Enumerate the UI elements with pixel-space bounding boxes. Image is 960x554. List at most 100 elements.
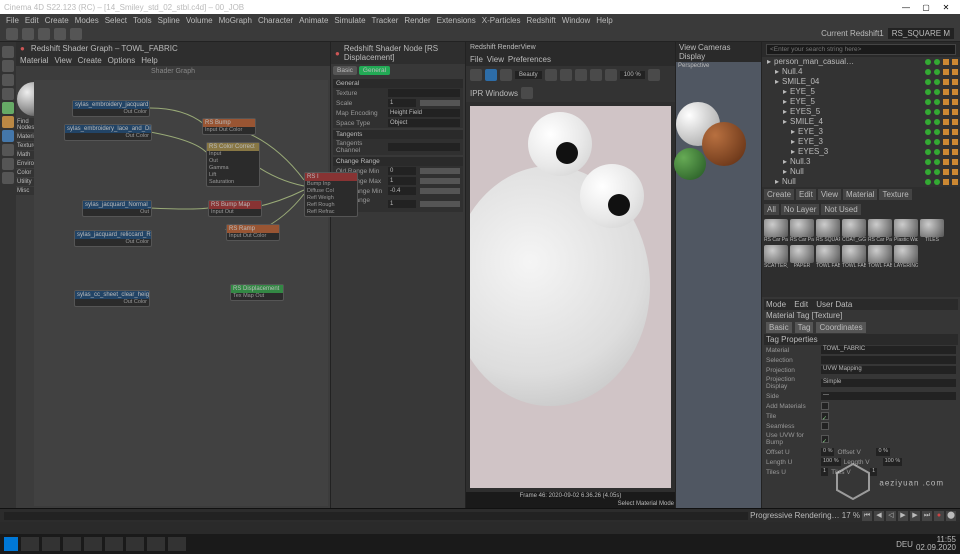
- slider[interactable]: [420, 188, 460, 194]
- pick-icon[interactable]: [605, 69, 617, 81]
- live-select-icon[interactable]: [2, 46, 14, 58]
- tool-icon[interactable]: [54, 28, 66, 40]
- ipr-icon[interactable]: [485, 69, 497, 81]
- uv-field[interactable]: 0 %: [821, 448, 834, 456]
- prop-field[interactable]: TOWL_FABRIC: [821, 346, 956, 354]
- render-icon[interactable]: [470, 69, 482, 81]
- vp-menu[interactable]: Cameras: [698, 43, 730, 52]
- object-tree-item[interactable]: ▸Null: [762, 167, 960, 177]
- filter-tab[interactable]: All: [764, 204, 779, 215]
- tray-clock[interactable]: 11:5502.09.2020: [916, 536, 956, 552]
- task-icon[interactable]: [42, 537, 60, 551]
- color-correct-node[interactable]: RS Color Correct Input Out Gamma Lift Sa…: [206, 142, 260, 187]
- material-swatch[interactable]: TOWL FABRIC: [868, 245, 892, 269]
- displacement-node[interactable]: RS Displacement Tex Map Out: [230, 284, 284, 301]
- next-frame-icon[interactable]: ▶: [910, 511, 920, 521]
- play-back-icon[interactable]: ◁: [886, 511, 896, 521]
- menu-item[interactable]: Volume: [186, 16, 213, 25]
- goto-end-icon[interactable]: ⏭: [922, 511, 932, 521]
- region-icon[interactable]: [575, 69, 587, 81]
- fit-icon[interactable]: [648, 69, 660, 81]
- perspective-viewport[interactable]: View Cameras Display Perspective: [676, 42, 762, 508]
- menu-item[interactable]: MoGraph: [219, 16, 252, 25]
- stop-icon[interactable]: [500, 69, 512, 81]
- menu-item[interactable]: File: [6, 16, 19, 25]
- texture-node[interactable]: sylas_jacquard_Normal_t Out: [82, 200, 152, 217]
- play-icon[interactable]: ▶: [898, 511, 908, 521]
- maximize-button[interactable]: ▢: [916, 3, 936, 12]
- menu-item[interactable]: Tracker: [372, 16, 399, 25]
- viewport-object[interactable]: [702, 122, 746, 166]
- bump-node[interactable]: RS Bump Input Out Color: [202, 118, 256, 135]
- submenu[interactable]: Material: [20, 56, 48, 65]
- object-tree-item[interactable]: ▸EYE_3: [762, 127, 960, 137]
- lock-icon[interactable]: [560, 69, 572, 81]
- object-tree-item[interactable]: ▸SMILE_04: [762, 77, 960, 87]
- scale-field[interactable]: 1: [388, 99, 416, 107]
- texture-node[interactable]: sylas_embroidery_jacquard_fabric_t Out C…: [72, 100, 150, 117]
- snapshot-icon[interactable]: [545, 69, 557, 81]
- task-icon[interactable]: [105, 537, 123, 551]
- goto-start-icon[interactable]: ⏮: [862, 511, 872, 521]
- tool-icon[interactable]: [70, 28, 82, 40]
- menu-item[interactable]: Character: [258, 16, 293, 25]
- menu-item[interactable]: Window: [562, 16, 590, 25]
- filter-tab[interactable]: No Layer: [781, 204, 819, 215]
- ap-menu[interactable]: Edit: [794, 300, 808, 309]
- task-icon[interactable]: [147, 537, 165, 551]
- ap-menu[interactable]: Mode: [766, 300, 786, 309]
- submenu[interactable]: Help: [141, 56, 157, 65]
- prop-field[interactable]: —: [821, 392, 956, 400]
- slider[interactable]: [420, 168, 460, 174]
- workplane-icon[interactable]: [2, 130, 14, 142]
- texture-field[interactable]: [388, 89, 460, 97]
- checkbox[interactable]: [821, 435, 829, 443]
- rv-menu[interactable]: View: [487, 55, 504, 64]
- layout-dropdown[interactable]: RS_SQUARE M: [888, 28, 954, 39]
- task-icon[interactable]: [126, 537, 144, 551]
- menu-item[interactable]: Simulate: [334, 16, 365, 25]
- mat-menu[interactable]: Material: [843, 189, 877, 200]
- material-swatch[interactable]: SCATTER_W: [764, 245, 788, 269]
- timeline-track[interactable]: [4, 512, 748, 520]
- space-dropdown[interactable]: Object: [388, 119, 460, 127]
- submenu[interactable]: Options: [108, 56, 136, 65]
- model-mode-icon[interactable]: [2, 102, 14, 114]
- material-swatch[interactable]: RS Car Pain: [764, 219, 788, 243]
- object-manager[interactable]: ▸person_man_casual…▸Null.4▸SMILE_04▸EYE_…: [762, 57, 960, 187]
- slider[interactable]: [420, 201, 460, 207]
- uv-field[interactable]: 100 %: [883, 458, 903, 466]
- menu-item[interactable]: Render: [404, 16, 430, 25]
- ap-menu[interactable]: User Data: [816, 300, 852, 309]
- object-tree-item[interactable]: ▸Null: [762, 177, 960, 187]
- checkbox[interactable]: [821, 402, 829, 410]
- tag-tab[interactable]: Basic: [766, 322, 792, 333]
- menu-item[interactable]: Redshift: [526, 16, 555, 25]
- prev-frame-icon[interactable]: ◀: [874, 511, 884, 521]
- range-field[interactable]: 1: [388, 177, 416, 185]
- task-icon[interactable]: [84, 537, 102, 551]
- menu-item[interactable]: Help: [596, 16, 612, 25]
- render-image[interactable]: [470, 106, 671, 488]
- uv-field[interactable]: 100 %: [821, 458, 841, 466]
- material-swatch[interactable]: RS SQUARE: [816, 219, 840, 243]
- autokey-icon[interactable]: ⬤: [946, 511, 956, 521]
- menu-item[interactable]: X-Particles: [482, 16, 521, 25]
- bumpmap-node[interactable]: RS Bump Map Input Out: [208, 200, 262, 217]
- tangents-field[interactable]: [388, 143, 460, 151]
- poly-mode-icon[interactable]: [2, 172, 14, 184]
- submenu[interactable]: View: [54, 56, 71, 65]
- tool-icon[interactable]: [6, 28, 18, 40]
- edge-mode-icon[interactable]: [2, 158, 14, 170]
- start-button[interactable]: [4, 537, 18, 551]
- material-swatch[interactable]: PAPER: [790, 245, 814, 269]
- range-field[interactable]: 0: [388, 167, 416, 175]
- material-swatch[interactable]: TILES: [920, 219, 944, 243]
- object-tree-item[interactable]: ▸SMILE_4: [762, 117, 960, 127]
- panel-tab[interactable]: ●Redshift Shader Graph – TOWL_FABRIC: [16, 42, 330, 54]
- object-search-input[interactable]: [766, 44, 956, 55]
- material-swatch[interactable]: RS Car Pain: [790, 219, 814, 243]
- menu-item[interactable]: Create: [45, 16, 69, 25]
- material-swatch[interactable]: LAYERING_P: [894, 245, 918, 269]
- material-output-node[interactable]: RS I Bump Inp Diffuse Col Refl Weigh Ref…: [304, 172, 358, 217]
